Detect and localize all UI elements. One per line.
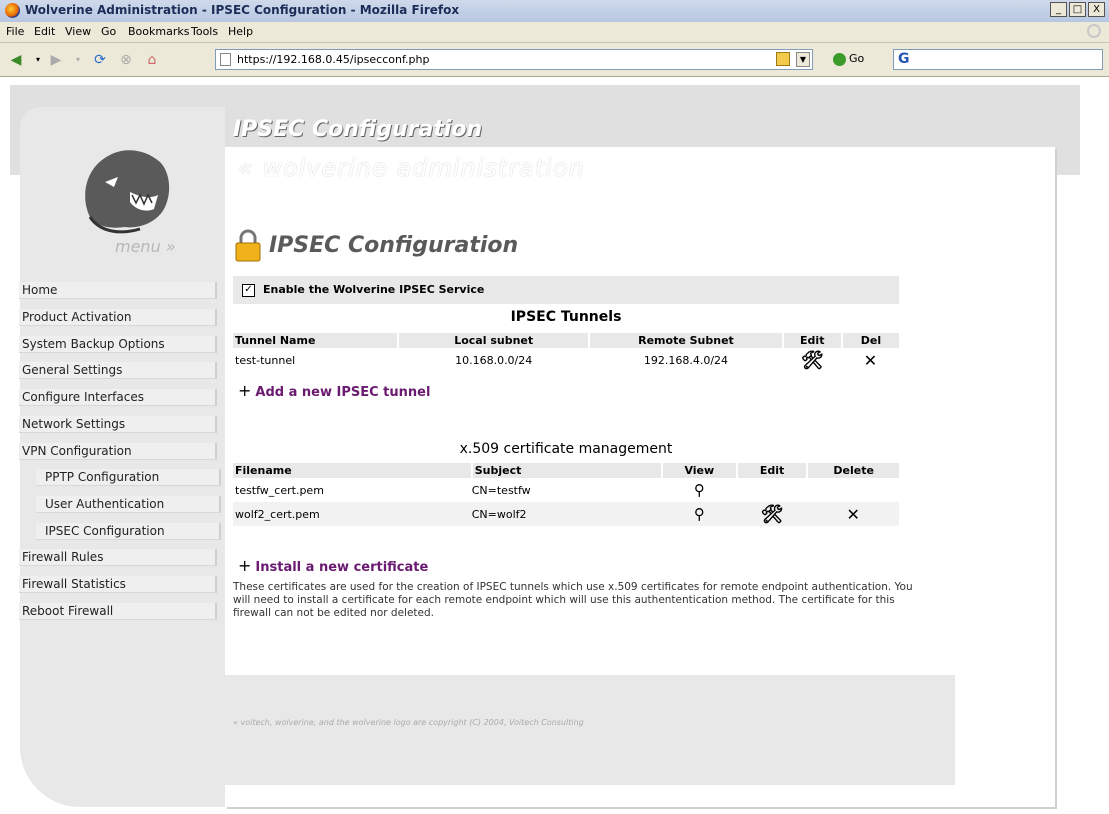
cert-subject: CN=testfw: [471, 483, 531, 497]
minimize-button[interactable]: _: [1050, 2, 1067, 17]
page-icon: [220, 53, 231, 66]
url-text[interactable]: https://192.168.0.45/ipsecconf.php: [237, 53, 429, 66]
page-heading-text: IPSEC Configuration: [269, 232, 519, 258]
google-logo: G: [898, 51, 910, 67]
menu-file[interactable]: File: [6, 25, 24, 38]
col-tunnel-name: Tunnel Name: [233, 333, 400, 348]
enable-ipsec-checkbox[interactable]: ✓: [242, 284, 255, 297]
delete-icon[interactable]: ✕: [847, 505, 860, 524]
tunnels-title: IPSEC Tunnels: [510, 309, 622, 325]
forward-dropdown-icon[interactable]: ▾: [70, 52, 86, 68]
col-view: View: [661, 463, 738, 478]
tunnels-table: Tunnel Name Local subnet Remote Subnet E…: [233, 333, 899, 372]
tools-icon[interactable]: 🛠: [761, 504, 784, 525]
add-tunnel-label: Add a new IPSEC tunnel: [255, 385, 431, 400]
go-button[interactable]: Go: [833, 52, 864, 66]
certs-title: x.509 certificate management: [459, 441, 673, 457]
sidebar-item-firewall-statistics[interactable]: Firewall Statistics: [19, 576, 217, 593]
table-row: test-tunnel 10.168.0.0/24 192.168.4.0/24…: [233, 348, 899, 372]
sidebar-item-firewall-rules[interactable]: Firewall Rules: [19, 549, 217, 566]
sidebar-item-pptp-configuration[interactable]: PPTP Configuration: [36, 469, 221, 486]
menu-view[interactable]: View: [65, 25, 91, 38]
maximize-button[interactable]: □: [1069, 2, 1086, 17]
cert-filename: testfw_cert.pem: [235, 483, 324, 497]
url-dropdown-icon[interactable]: ▼: [796, 52, 810, 67]
home-icon[interactable]: ⌂: [144, 52, 160, 68]
sidebar-item-general-settings[interactable]: General Settings: [19, 362, 217, 379]
col-edit: Edit: [736, 463, 809, 478]
plus-icon: +: [238, 556, 252, 575]
copyright-text: « voitech, wolverine, and the wolverine …: [233, 718, 584, 727]
sidebar-item-product-activation[interactable]: Product Activation: [19, 309, 217, 326]
reload-icon[interactable]: ⟳: [92, 52, 108, 68]
window-title: Wolverine Administration - IPSEC Configu…: [25, 3, 460, 17]
sidebar-item-home[interactable]: Home: [19, 282, 217, 299]
col-delete: Delete: [807, 463, 899, 478]
sidebar-item-network-settings[interactable]: Network Settings: [19, 416, 217, 433]
search-box[interactable]: G: [893, 49, 1103, 70]
url-bar[interactable]: https://192.168.0.45/ipsecconf.php ▼: [215, 49, 813, 70]
menu-bookmarks[interactable]: Bookmarks: [128, 25, 189, 38]
magnifier-icon[interactable]: ⚲: [694, 481, 705, 499]
close-button[interactable]: X: [1088, 2, 1105, 17]
sidebar-item-configure-interfaces[interactable]: Configure Interfaces: [19, 389, 217, 406]
enable-ipsec-row: ✓ Enable the Wolverine IPSEC Service: [233, 276, 899, 304]
go-label: Go: [849, 52, 865, 65]
col-subject: Subject: [471, 463, 663, 478]
tunnel-name: test-tunnel: [235, 353, 296, 367]
menu-tools[interactable]: Tools: [191, 25, 218, 38]
tunnel-local-subnet: 10.168.0.0/24: [455, 353, 533, 367]
app-subtitle: « wolverine administration: [238, 154, 585, 182]
sidebar-item-system-backup[interactable]: System Backup Options: [19, 336, 217, 353]
padlock-icon: [235, 229, 261, 262]
magnifier-icon[interactable]: ⚲: [694, 505, 705, 523]
col-del: Del: [841, 333, 899, 348]
table-row: testfw_cert.pem CN=testfw ⚲: [233, 478, 899, 502]
sidebar-item-vpn-configuration[interactable]: VPN Configuration: [19, 443, 217, 460]
install-certificate-link[interactable]: + Install a new certificate: [238, 556, 428, 575]
delete-icon[interactable]: ✕: [864, 351, 877, 370]
col-remote-subnet: Remote Subnet: [589, 333, 784, 348]
sidebar-item-ipsec-configuration[interactable]: IPSEC Configuration: [36, 523, 221, 540]
window-titlebar: Wolverine Administration - IPSEC Configu…: [0, 0, 1109, 23]
cert-subject: CN=wolf2: [471, 507, 527, 521]
tunnel-remote-subnet: 192.168.4.0/24: [643, 353, 729, 367]
wolverine-logo: [85, 150, 170, 234]
enable-ipsec-label: Enable the Wolverine IPSEC Service: [263, 283, 485, 296]
table-row: wolf2_cert.pem CN=wolf2 ⚲ 🛠 ✕: [233, 502, 899, 526]
sidebar-item-user-authentication[interactable]: User Authentication: [36, 496, 221, 513]
page-content: menu » IPSEC Configuration « wolverine a…: [10, 77, 1109, 814]
stop-icon[interactable]: ⊗: [118, 52, 134, 68]
add-tunnel-link[interactable]: + Add a new IPSEC tunnel: [238, 381, 430, 400]
certificate-note: These certificates are used for the crea…: [233, 581, 913, 619]
navigation-toolbar: ◀ ▾ ▶ ▾ ⟳ ⊗ ⌂ https://192.168.0.45/ipsec…: [0, 43, 1109, 77]
cert-filename: wolf2_cert.pem: [235, 507, 320, 521]
firefox-icon: [5, 3, 20, 18]
menu-help[interactable]: Help: [228, 25, 253, 38]
menu-go[interactable]: Go: [101, 25, 116, 38]
back-dropdown-icon[interactable]: ▾: [30, 52, 46, 68]
install-certificate-label: Install a new certificate: [255, 560, 429, 575]
menubar: File Edit View Go Bookmarks Tools Help: [0, 22, 1109, 43]
ssl-lock-icon[interactable]: [776, 52, 790, 66]
col-filename: Filename: [233, 463, 473, 478]
footer-panel: [225, 675, 955, 785]
tools-icon[interactable]: 🛠: [801, 350, 824, 371]
menu-label: menu »: [115, 237, 176, 256]
col-edit: Edit: [782, 333, 843, 348]
plus-icon: +: [238, 381, 252, 400]
forward-icon[interactable]: ▶: [48, 52, 64, 68]
sidebar-item-reboot-firewall[interactable]: Reboot Firewall: [19, 603, 217, 620]
certs-table: Filename Subject View Edit Delete testfw…: [233, 463, 899, 526]
throbber-icon: [1087, 24, 1101, 38]
go-icon: [833, 52, 846, 66]
menu-edit[interactable]: Edit: [34, 25, 55, 38]
col-local-subnet: Local subnet: [398, 333, 591, 348]
app-title: IPSEC Configuration: [233, 117, 483, 142]
back-icon[interactable]: ◀: [8, 52, 24, 68]
page-heading: IPSEC Configuration: [233, 228, 518, 262]
